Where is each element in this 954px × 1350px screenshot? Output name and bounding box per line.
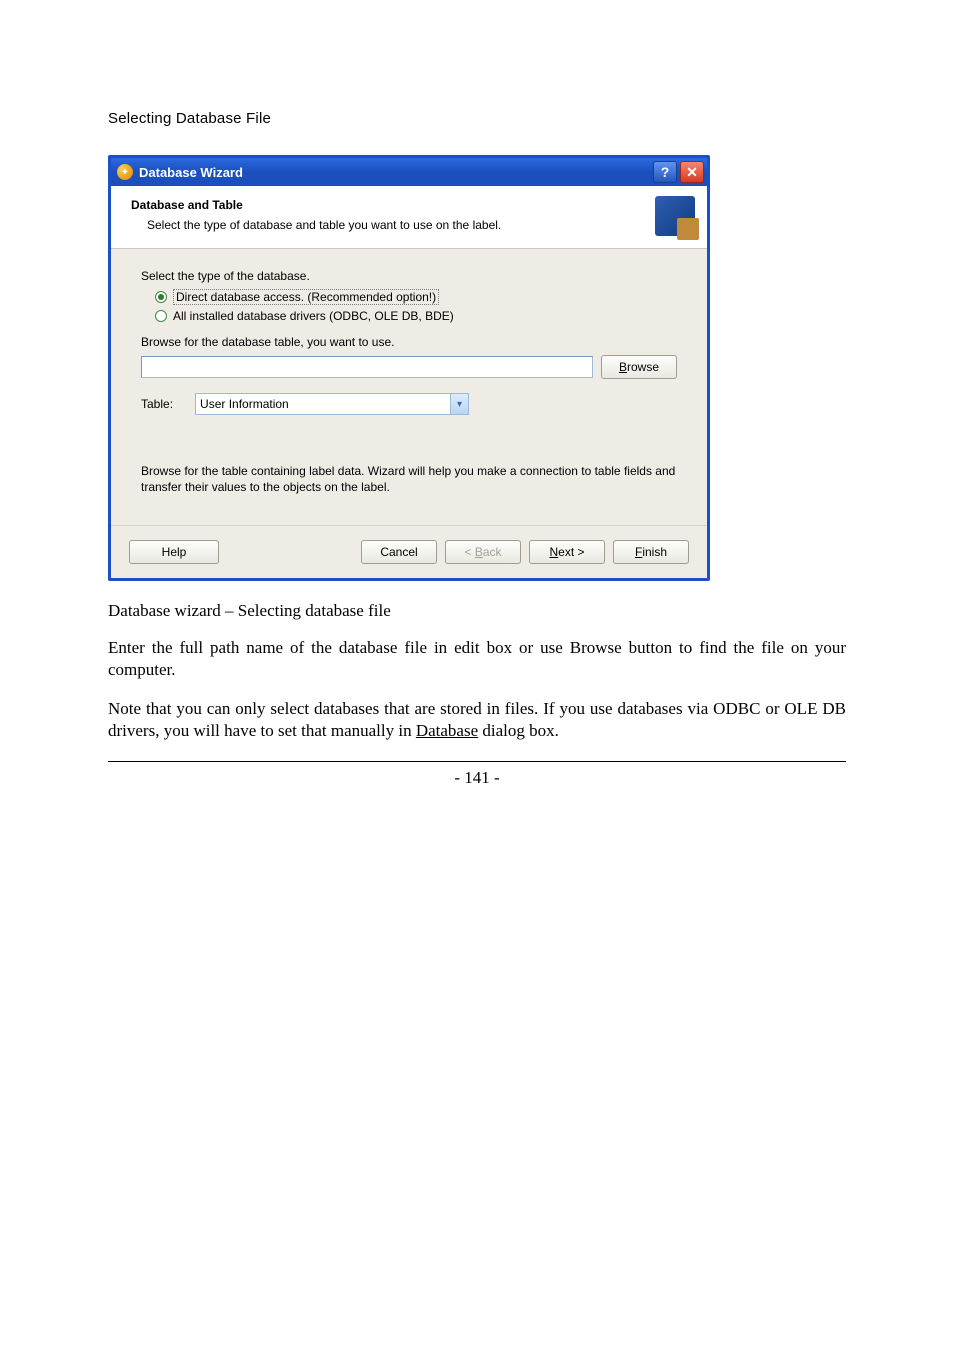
mnemonic: N bbox=[549, 545, 558, 559]
db-path-input[interactable] bbox=[141, 356, 593, 378]
radio-all-drivers[interactable]: All installed database drivers (ODBC, OL… bbox=[155, 309, 677, 323]
browse-button-rest: rowse bbox=[627, 360, 659, 374]
back-button: < Back bbox=[445, 540, 521, 564]
body-paragraph-1: Enter the full path name of the database… bbox=[108, 637, 846, 681]
wizard-header-icon bbox=[655, 196, 695, 236]
back-pre: < bbox=[464, 545, 474, 559]
titlebar-help-button[interactable]: ? bbox=[653, 161, 677, 183]
cancel-button[interactable]: Cancel bbox=[361, 540, 437, 564]
radio-direct-access-label: Direct database access. (Recommended opt… bbox=[173, 289, 439, 305]
para2-post: dialog box. bbox=[478, 721, 559, 740]
mnemonic: B bbox=[619, 360, 627, 374]
wizard-info-text: Browse for the table containing label da… bbox=[141, 463, 677, 495]
db-type-label: Select the type of the database. bbox=[141, 269, 677, 283]
wizard-header-title: Database and Table bbox=[131, 198, 693, 212]
table-dropdown[interactable]: User Information ▾ bbox=[195, 393, 469, 415]
wizard-header-subtitle: Select the type of database and table yo… bbox=[131, 218, 693, 232]
back-post: ack bbox=[483, 545, 502, 559]
finish-button[interactable]: Finish bbox=[613, 540, 689, 564]
mnemonic: B bbox=[475, 545, 483, 559]
radio-all-drivers-label: All installed database drivers (ODBC, OL… bbox=[173, 309, 454, 323]
page-number: - 141 - bbox=[108, 768, 846, 788]
browse-button[interactable]: Browse bbox=[601, 355, 677, 379]
app-icon: ✦ bbox=[117, 164, 133, 180]
table-label: Table: bbox=[141, 397, 173, 411]
figure-caption: Database wizard – Selecting database fil… bbox=[108, 601, 846, 621]
finish-post: inish bbox=[642, 545, 667, 559]
close-button[interactable]: ✕ bbox=[680, 161, 704, 183]
browse-label: Browse for the database table, you want … bbox=[141, 335, 677, 349]
cancel-button-label: Cancel bbox=[380, 545, 417, 559]
page-footer: - 141 - bbox=[108, 761, 846, 788]
help-button-label: Help bbox=[162, 545, 187, 559]
body-paragraph-2: Note that you can only select databases … bbox=[108, 698, 846, 742]
radio-direct-access[interactable]: Direct database access. (Recommended opt… bbox=[155, 289, 677, 305]
section-heading: Selecting Database File bbox=[108, 110, 846, 127]
next-button[interactable]: Next > bbox=[529, 540, 605, 564]
table-dropdown-value: User Information bbox=[196, 397, 450, 411]
database-link[interactable]: Database bbox=[416, 721, 478, 740]
wizard-body: Select the type of the database. Direct … bbox=[111, 249, 707, 525]
wizard-header: Database and Table Select the type of da… bbox=[111, 186, 707, 249]
database-wizard-window: ✦ Database Wizard ? ✕ Database and Table… bbox=[108, 155, 710, 581]
window-title: Database Wizard bbox=[139, 165, 653, 180]
radio-icon bbox=[155, 291, 167, 303]
radio-icon bbox=[155, 310, 167, 322]
help-button[interactable]: Help bbox=[129, 540, 219, 564]
wizard-footer: Help Cancel < Back Next > Finish bbox=[111, 525, 707, 578]
titlebar: ✦ Database Wizard ? ✕ bbox=[111, 158, 707, 186]
next-post: ext > bbox=[558, 545, 584, 559]
chevron-down-icon: ▾ bbox=[450, 394, 468, 414]
